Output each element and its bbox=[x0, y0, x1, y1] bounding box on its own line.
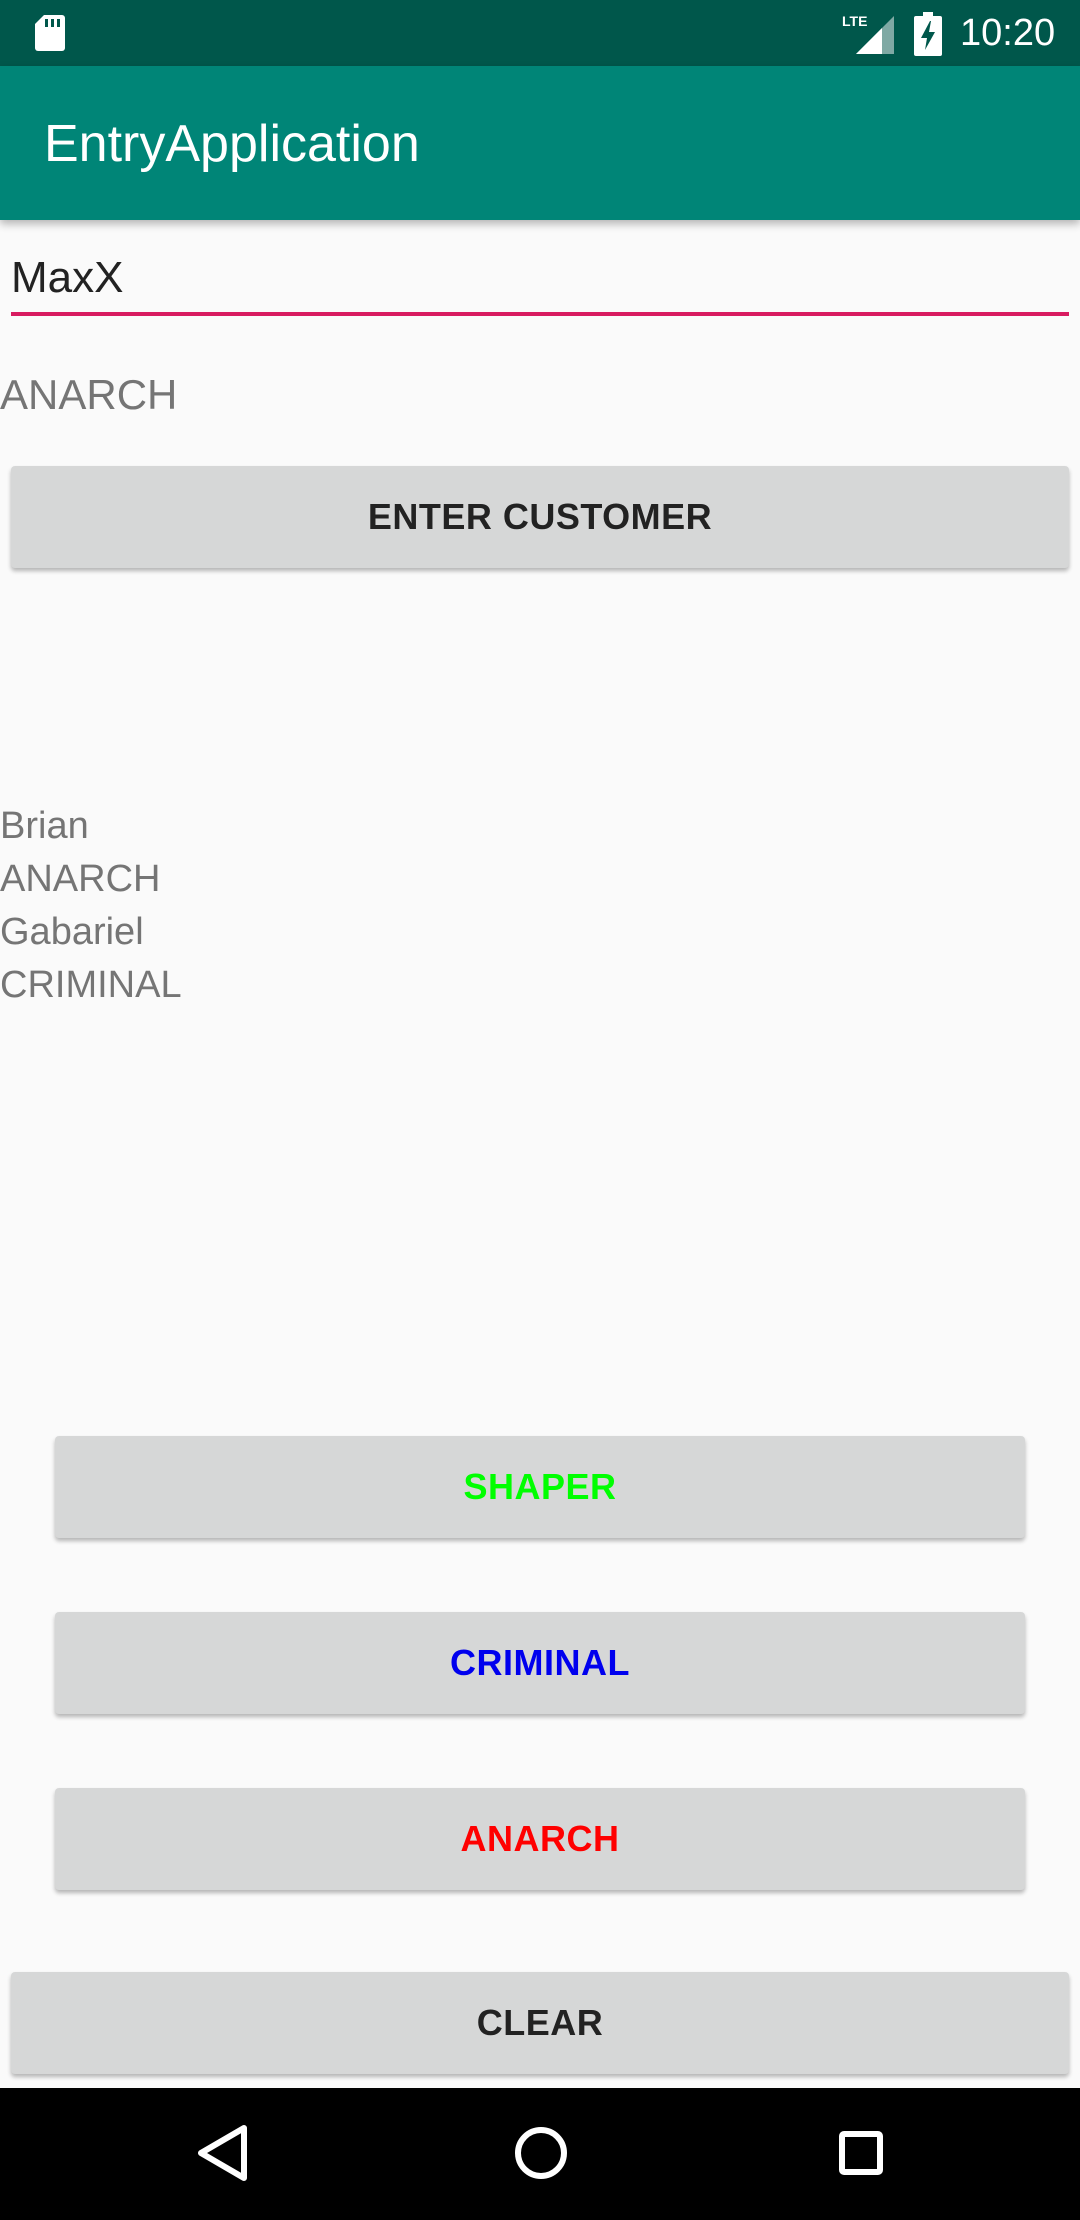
recents-icon[interactable] bbox=[838, 2130, 884, 2176]
status-time: 10:20 bbox=[960, 12, 1056, 54]
lte-signal-icon: LTE bbox=[842, 13, 894, 54]
anarch-button[interactable]: ANARCH bbox=[55, 1788, 1025, 1890]
criminal-button[interactable]: CRIMINAL bbox=[55, 1612, 1025, 1714]
app-title: EntryApplication bbox=[44, 115, 420, 173]
back-icon[interactable] bbox=[196, 2124, 248, 2182]
enter-customer-button[interactable]: ENTER CUSTOMER bbox=[11, 466, 1069, 568]
clear-button[interactable]: CLEAR bbox=[11, 1972, 1069, 2074]
network-label: LTE bbox=[842, 13, 867, 29]
shaper-button[interactable]: SHAPER bbox=[55, 1436, 1025, 1538]
customer-line: Brian bbox=[0, 805, 89, 847]
customer-line: Gabariel bbox=[0, 911, 144, 953]
customer-line: ANARCH bbox=[0, 858, 161, 900]
home-icon[interactable] bbox=[514, 2126, 568, 2180]
customer-list: Brian ANARCH Gabariel CRIMINAL bbox=[0, 800, 182, 1012]
battery-charging-icon bbox=[914, 12, 942, 56]
selected-type-text: ANARCH bbox=[0, 371, 178, 418]
customer-name-input[interactable] bbox=[11, 244, 1069, 316]
sd-card-icon bbox=[35, 15, 65, 51]
app-bar: EntryApplication bbox=[0, 66, 1080, 220]
screen: LTE 10:20 EntryApplication ANARCH ENTER … bbox=[0, 0, 1080, 2220]
status-bar: LTE 10:20 bbox=[0, 0, 1080, 66]
customer-line: CRIMINAL bbox=[0, 964, 182, 1006]
